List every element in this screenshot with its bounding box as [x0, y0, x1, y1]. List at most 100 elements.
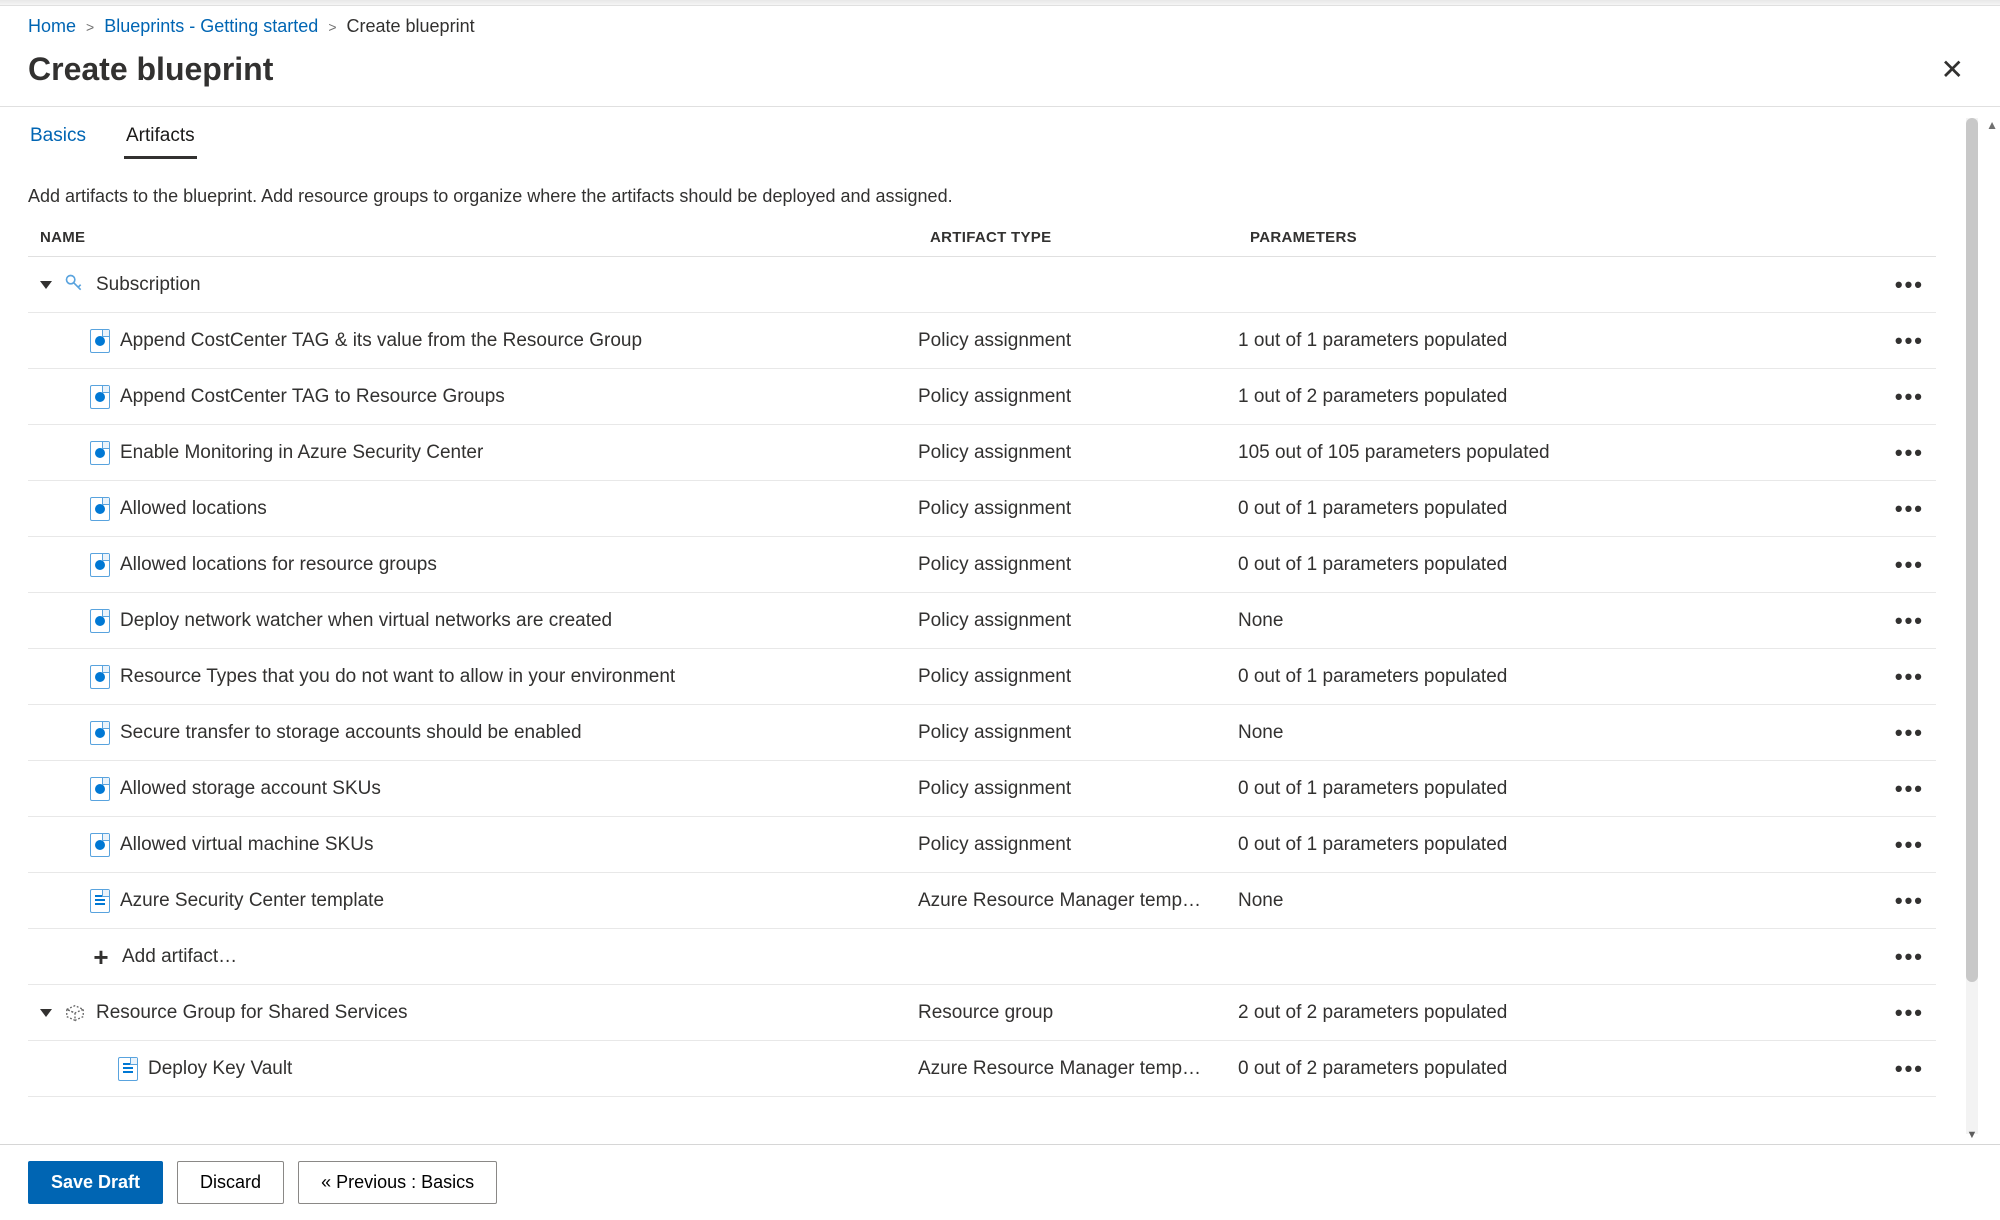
caret-down-icon[interactable] [40, 1009, 52, 1017]
more-actions-button[interactable]: ••• [1895, 776, 1924, 802]
table-row[interactable]: Azure Security Center templateAzure Reso… [28, 873, 1936, 929]
name-cell[interactable]: Append CostCenter TAG to Resource Groups [28, 385, 918, 409]
more-actions-button[interactable]: ••• [1895, 496, 1924, 522]
col-type: ARTIFACT TYPE [930, 229, 1250, 246]
policy-icon [90, 721, 110, 745]
table-row[interactable]: Resource Types that you do not want to a… [28, 649, 1936, 705]
more-actions-button[interactable]: ••• [1895, 944, 1924, 970]
scroll-down-icon[interactable]: ▼ [1966, 1128, 1978, 1142]
artifact-type: Policy assignment [918, 610, 1238, 632]
close-button[interactable]: ✕ [1933, 49, 1972, 90]
artifact-name: Allowed storage account SKUs [120, 778, 381, 800]
name-cell[interactable]: Resource Group for Shared Services [28, 1002, 918, 1024]
more-actions-button[interactable]: ••• [1895, 832, 1924, 858]
more-actions-button[interactable]: ••• [1895, 1000, 1924, 1026]
table-row[interactable]: Allowed locationsPolicy assignment0 out … [28, 481, 1936, 537]
name-cell[interactable]: Subscription [28, 273, 918, 297]
more-actions-button[interactable]: ••• [1895, 384, 1924, 410]
artifact-params: 0 out of 2 parameters populated [1238, 1058, 1876, 1080]
more-actions-button[interactable]: ••• [1895, 888, 1924, 914]
plus-icon: + [90, 944, 112, 970]
table-row[interactable]: Deploy Key VaultAzure Resource Manager t… [28, 1041, 1936, 1097]
more-actions-button[interactable]: ••• [1895, 1056, 1924, 1082]
artifact-type: Policy assignment [918, 442, 1238, 464]
policy-icon [90, 777, 110, 801]
name-cell[interactable]: Secure transfer to storage accounts shou… [28, 721, 918, 745]
table-row[interactable]: Deploy network watcher when virtual netw… [28, 593, 1936, 649]
artifact-params: None [1238, 610, 1876, 632]
artifact-type: Azure Resource Manager temp… [918, 890, 1238, 912]
policy-icon [90, 553, 110, 577]
scrollbar[interactable] [1966, 118, 1978, 1134]
table-row[interactable]: Resource Group for Shared Services Resour… [28, 985, 1936, 1041]
artifact-name: Allowed locations [120, 498, 267, 520]
table-row[interactable]: Allowed locations for resource groups Pol… [28, 537, 1936, 593]
policy-icon [90, 441, 110, 465]
artifact-type: Policy assignment [918, 554, 1238, 576]
artifact-params: 0 out of 1 parameters populated [1238, 778, 1876, 800]
policy-icon [90, 665, 110, 689]
scrollbar-thumb[interactable] [1966, 118, 1978, 982]
name-cell[interactable]: Deploy network watcher when virtual netw… [28, 609, 918, 633]
artifact-params: 0 out of 1 parameters populated [1238, 554, 1876, 576]
name-cell[interactable]: Azure Security Center template [28, 889, 918, 913]
footer-actions: Save Draft Discard « Previous : Basics [0, 1144, 2000, 1220]
name-cell[interactable]: + Add artifact… [28, 944, 918, 970]
artifact-type: Policy assignment [918, 666, 1238, 688]
table-row[interactable]: Secure transfer to storage accounts shou… [28, 705, 1936, 761]
col-name: NAME [40, 229, 930, 246]
table-row[interactable]: Allowed virtual machine SKUsPolicy assig… [28, 817, 1936, 873]
table-row[interactable]: Allowed storage account SKUsPolicy assig… [28, 761, 1936, 817]
policy-icon [90, 609, 110, 633]
more-actions-button[interactable]: ••• [1895, 720, 1924, 746]
tabs: Basics Artifacts [0, 115, 2000, 159]
name-cell[interactable]: Enable Monitoring in Azure Security Cent… [28, 441, 918, 465]
tab-basics[interactable]: Basics [28, 115, 88, 159]
more-actions-button[interactable]: ••• [1895, 664, 1924, 690]
resource-group-icon [64, 1002, 86, 1024]
add-artifact-row[interactable]: + Add artifact… ••• [28, 929, 1936, 985]
caret-down-icon[interactable] [40, 281, 52, 289]
breadcrumb-blueprints[interactable]: Blueprints - Getting started [104, 16, 318, 37]
save-draft-button[interactable]: Save Draft [28, 1161, 163, 1204]
artifact-name: Allowed locations for resource groups [120, 554, 437, 576]
artifact-name: Append CostCenter TAG & its value from t… [120, 330, 642, 352]
artifact-name: Resource Types that you do not want to a… [120, 666, 675, 688]
artifact-type: Policy assignment [918, 722, 1238, 744]
artifact-name: Resource Group for Shared Services [96, 1002, 408, 1024]
policy-icon [90, 497, 110, 521]
artifact-params: 105 out of 105 parameters populated [1238, 442, 1876, 464]
name-cell[interactable]: Append CostCenter TAG & its value from t… [28, 329, 918, 353]
name-cell[interactable]: Allowed storage account SKUs [28, 777, 918, 801]
name-cell[interactable]: Resource Types that you do not want to a… [28, 665, 918, 689]
previous-basics-button[interactable]: « Previous : Basics [298, 1161, 497, 1204]
more-actions-button[interactable]: ••• [1895, 328, 1924, 354]
discard-button[interactable]: Discard [177, 1161, 284, 1204]
table-row[interactable]: Append CostCenter TAG to Resource Groups… [28, 369, 1936, 425]
more-actions-button[interactable]: ••• [1895, 608, 1924, 634]
tab-artifacts[interactable]: Artifacts [124, 115, 197, 159]
description-text: Add artifacts to the blueprint. Add reso… [28, 186, 1936, 207]
more-actions-button[interactable]: ••• [1895, 272, 1924, 298]
artifact-type: Resource group [918, 1002, 1238, 1024]
template-icon [118, 1057, 138, 1081]
name-cell[interactable]: Allowed locations for resource groups [28, 553, 918, 577]
artifact-params: 0 out of 1 parameters populated [1238, 666, 1876, 688]
policy-icon [90, 385, 110, 409]
table-row[interactable]: Enable Monitoring in Azure Security Cent… [28, 425, 1936, 481]
artifact-type: Policy assignment [918, 330, 1238, 352]
artifact-type: Policy assignment [918, 498, 1238, 520]
more-actions-button[interactable]: ••• [1895, 440, 1924, 466]
policy-icon [90, 329, 110, 353]
artifact-params: None [1238, 890, 1876, 912]
artifact-name: Add artifact… [122, 946, 237, 968]
name-cell[interactable]: Allowed virtual machine SKUs [28, 833, 918, 857]
name-cell[interactable]: Allowed locations [28, 497, 918, 521]
name-cell[interactable]: Deploy Key Vault [28, 1057, 918, 1081]
table-row[interactable]: Append CostCenter TAG & its value from t… [28, 313, 1936, 369]
breadcrumb-home[interactable]: Home [28, 16, 76, 37]
col-params: PARAMETERS [1250, 229, 1864, 246]
table-row[interactable]: Subscription ••• [28, 257, 1936, 313]
artifact-name: Subscription [96, 274, 201, 296]
more-actions-button[interactable]: ••• [1895, 552, 1924, 578]
